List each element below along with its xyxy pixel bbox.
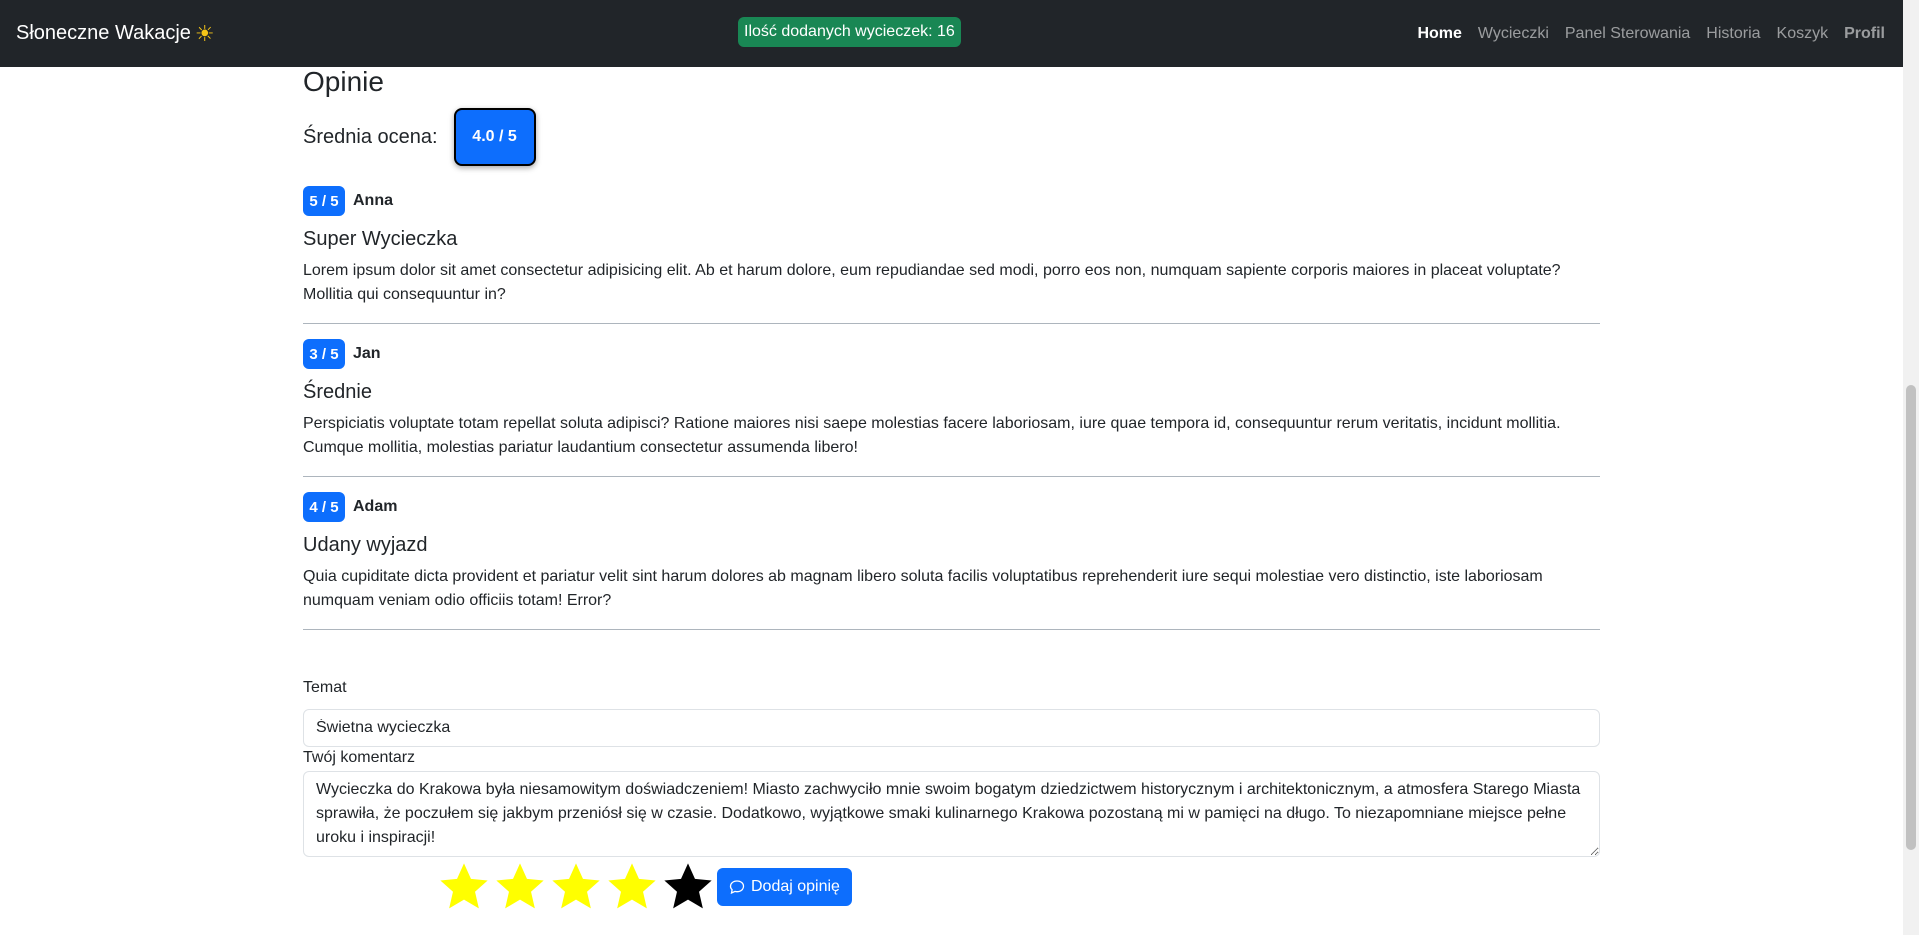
star-2-icon[interactable] xyxy=(493,860,547,914)
scrollbar-thumb[interactable] xyxy=(1906,385,1916,850)
add-review-button[interactable]: Dodaj opinię xyxy=(717,868,852,906)
review-title: Udany wyjazd xyxy=(303,534,428,556)
topic-input[interactable] xyxy=(303,709,1600,747)
rating-stars xyxy=(437,860,715,914)
nav-link-koszyk[interactable]: Koszyk xyxy=(1777,25,1829,43)
average-label: Średnia ocena: xyxy=(303,125,438,148)
review-rating-badge: 4 / 5 xyxy=(303,492,345,522)
review-title: Średnie xyxy=(303,381,372,403)
scrollbar[interactable] xyxy=(1903,0,1919,935)
review-text: Lorem ipsum dolor sit amet consectetur a… xyxy=(303,262,1561,303)
trip-count-badge: Ilość dodanych wycieczek: 16 xyxy=(738,17,961,47)
nav-link-historia[interactable]: Historia xyxy=(1706,25,1760,43)
average-rating: Średnia ocena: 4.0 / 5 xyxy=(303,108,536,166)
star-4-icon[interactable] xyxy=(605,860,659,914)
nav-link-profil[interactable]: Profil xyxy=(1844,25,1885,43)
nav-links: Home Wycieczki Panel Sterowania Historia… xyxy=(1417,25,1885,43)
review-header: 5 / 5 Anna xyxy=(303,186,1600,216)
star-3-icon[interactable] xyxy=(549,860,603,914)
review-header: 4 / 5 Adam xyxy=(303,492,1600,522)
star-5-icon[interactable] xyxy=(661,860,715,914)
nav-link-wycieczki[interactable]: Wycieczki xyxy=(1478,25,1549,43)
review-author: Anna xyxy=(353,192,393,209)
review-item: 4 / 5 Adam Udany wyjazd Quia cupiditate … xyxy=(303,492,1600,630)
topic-label: Temat xyxy=(303,679,347,696)
chat-icon xyxy=(729,880,745,895)
nav-link-panel[interactable]: Panel Sterowania xyxy=(1565,25,1690,43)
add-review-label: Dodaj opinię xyxy=(751,878,840,895)
section-title: Opinie xyxy=(303,66,384,97)
review-text: Perspiciatis voluptate totam repellat so… xyxy=(303,415,1561,456)
review-item: 5 / 5 Anna Super Wycieczka Lorem ipsum d… xyxy=(303,186,1600,324)
comment-label: Twój komentarz xyxy=(303,749,416,766)
review-rating-badge: 5 / 5 xyxy=(303,186,345,216)
brand[interactable]: Słoneczne Wakacje ☀ xyxy=(16,21,215,47)
review-title: Super Wycieczka xyxy=(303,228,458,250)
review-author: Adam xyxy=(353,498,398,515)
review-rating-badge: 3 / 5 xyxy=(303,339,345,369)
nav-link-home[interactable]: Home xyxy=(1417,25,1461,43)
brand-name[interactable]: Słoneczne Wakacje xyxy=(16,22,191,45)
star-1-icon[interactable] xyxy=(437,860,491,914)
review-text: Quia cupiditate dicta provident et paria… xyxy=(303,568,1543,609)
comment-textarea[interactable]: Wycieczka do Krakowa była niesamowitym d… xyxy=(303,771,1600,857)
review-author: Jan xyxy=(353,345,381,362)
average-value-badge: 4.0 / 5 xyxy=(453,108,536,166)
sun-icon: ☀ xyxy=(194,20,215,46)
review-item: 3 / 5 Jan Średnie Perspiciatis voluptate… xyxy=(303,339,1600,477)
review-header: 3 / 5 Jan xyxy=(303,339,1600,369)
navbar: Słoneczne Wakacje ☀ Ilość dodanych wycie… xyxy=(0,0,1903,67)
